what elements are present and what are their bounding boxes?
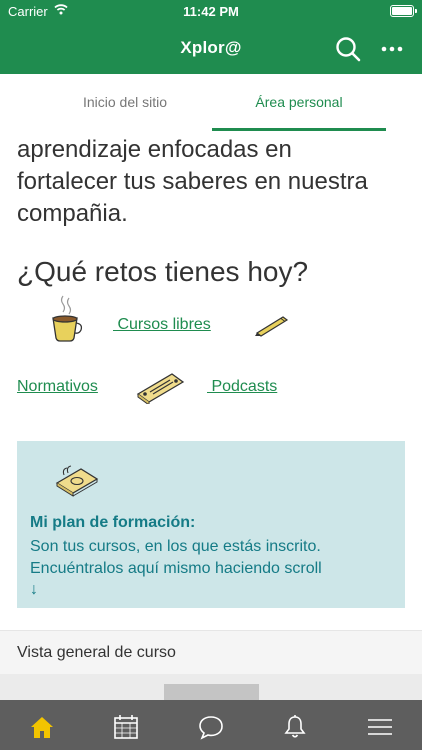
filter-dropdown-button[interactable]	[164, 684, 259, 700]
training-plan-title: Mi plan de formación:	[30, 514, 196, 531]
status-bar: Carrier 11:42 PM	[0, 0, 422, 22]
radio-device-icon	[136, 373, 185, 404]
pencil-icon	[255, 316, 289, 337]
intro-line: compañia.	[17, 200, 128, 227]
normativos-link[interactable]: Normativos	[17, 378, 98, 396]
course-overview-filter-area	[0, 674, 422, 700]
menu-icon[interactable]	[367, 714, 393, 740]
chat-icon[interactable]	[198, 714, 224, 740]
calendar-icon[interactable]	[113, 714, 139, 740]
tab-inicio-del-sitio[interactable]: Inicio del sitio	[40, 94, 210, 110]
course-overview-title: Vista general de curso	[17, 644, 176, 661]
coffee-cup-icon	[52, 295, 83, 342]
app-bar: Xplor@	[0, 22, 422, 74]
more-options-icon[interactable]	[378, 36, 406, 62]
tab-area-personal[interactable]: Área personal	[212, 94, 386, 110]
home-icon[interactable]	[29, 714, 55, 740]
intro-text: aprendizaje enfocadas en fortalecer tus …	[17, 134, 412, 230]
bell-icon[interactable]	[282, 714, 308, 740]
scroll-down-arrow: ↓	[30, 581, 38, 598]
bottom-navigation	[0, 700, 422, 750]
intro-line: aprendizaje enfocadas en	[17, 136, 292, 163]
active-tab-indicator	[212, 128, 386, 131]
notebook-icon	[55, 465, 99, 497]
training-plan-card: Mi plan de formación: Son tus cursos, en…	[17, 441, 405, 608]
clock-time: 11:42 PM	[183, 4, 239, 19]
search-icon[interactable]	[334, 35, 362, 63]
podcasts-link[interactable]: Podcasts	[207, 378, 277, 396]
course-overview-section: Vista general de curso	[0, 630, 422, 674]
intro-line: fortalecer tus saberes en nuestra	[17, 168, 368, 195]
training-plan-description: Son tus cursos, en los que estás inscrit…	[30, 538, 322, 577]
challenges-heading: ¿Qué retos tienes hoy?	[17, 256, 309, 287]
tab-bar: Inicio del sitio Área personal	[0, 74, 422, 132]
cursos-libres-link[interactable]: Cursos libres	[113, 316, 210, 334]
battery-icon	[390, 5, 417, 17]
